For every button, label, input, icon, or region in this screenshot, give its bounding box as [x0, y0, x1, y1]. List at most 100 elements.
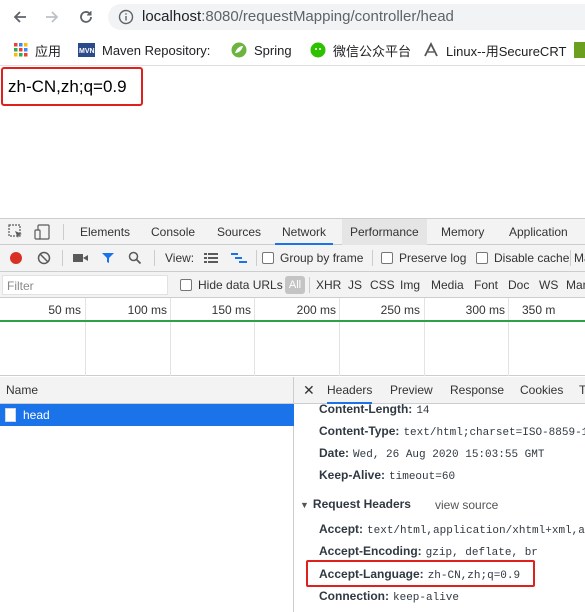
clear-button[interactable]	[37, 245, 51, 271]
tab-cookies[interactable]: Cookies	[520, 377, 563, 404]
tab-preview[interactable]: Preview	[390, 377, 433, 404]
devtools-tab-bar: Elements Console Sources Network Perform…	[0, 218, 585, 245]
header-value: gzip, deflate, br	[425, 547, 538, 559]
clear-icon	[37, 251, 51, 265]
secure-icon	[423, 42, 439, 58]
url-path: :8080/requestMapping/controller/head	[201, 8, 454, 25]
close-icon[interactable]: ✕	[303, 383, 315, 397]
response-body-text: zh-CN,zh;q=0.9	[8, 77, 127, 96]
disable-cache-checkbox[interactable]: Disable cache	[476, 245, 569, 271]
group-by-frame-label: Group by frame	[280, 251, 364, 265]
filter-type-css[interactable]: CSS	[370, 272, 395, 298]
filter-type-xhr[interactable]: XHR	[316, 272, 341, 298]
header-row: Content-Length: 14	[319, 404, 430, 417]
bookmark-linux[interactable]: Linux--用SecureCRT	[423, 41, 566, 59]
header-row: Connection: keep-alive	[319, 589, 459, 604]
waterfall-icon	[231, 253, 247, 263]
tab-sources[interactable]: Sources	[217, 219, 261, 245]
tab-network[interactable]: Network	[275, 219, 334, 245]
tab-application[interactable]: Application	[509, 219, 568, 245]
bookmark-spring[interactable]: Spring	[231, 41, 292, 59]
back-button[interactable]	[10, 7, 30, 27]
record-button[interactable]	[9, 245, 23, 271]
request-headers-title: Request Headers	[312, 497, 411, 511]
inspect-element-icon[interactable]	[8, 224, 24, 243]
device-toolbar-icon[interactable]	[34, 224, 50, 243]
detail-tab-bar: ✕ Headers Preview Response Cookies T	[294, 377, 585, 404]
request-list	[0, 426, 294, 612]
document-icon	[5, 408, 16, 422]
group-by-frame-checkbox[interactable]: Group by frame	[262, 245, 363, 271]
tab-memory[interactable]: Memory	[441, 219, 484, 245]
timeline-tick: 50 ms	[48, 303, 81, 317]
request-name: head	[23, 408, 50, 422]
filter-type-media[interactable]: Media	[431, 272, 464, 298]
request-headers-section[interactable]: ▼ Request Headers	[300, 497, 411, 511]
arrow-left-icon	[13, 11, 26, 23]
bookmark-overflow-icon[interactable]	[574, 42, 585, 58]
address-bar: localhost:8080/requestMapping/controller…	[0, 0, 585, 34]
timeline-tick: 300 ms	[465, 303, 505, 317]
reload-icon	[80, 11, 92, 23]
reload-button[interactable]	[76, 7, 96, 27]
header-value: text/html;charset=ISO-8859-1	[403, 427, 585, 439]
header-row: Accept: text/html,application/xhtml+xml,a	[319, 522, 585, 537]
request-row[interactable]: head	[0, 404, 294, 426]
search-icon	[128, 251, 142, 265]
tab-timing[interactable]: T	[579, 377, 585, 404]
tab-response[interactable]: Response	[450, 377, 504, 404]
bookmark-wechat[interactable]: 微信公众平台	[310, 41, 411, 59]
header-key: Content-Type:	[319, 424, 400, 438]
header-key: Accept:	[319, 522, 364, 536]
header-key: Date:	[319, 446, 350, 460]
bookmark-maven[interactable]: MVN Maven Repository: S	[78, 41, 214, 59]
tab-headers[interactable]: Headers	[327, 377, 373, 404]
bookmark-label: Maven Repository: S	[102, 42, 214, 58]
info-icon[interactable]	[118, 9, 134, 28]
preserve-log-checkbox[interactable]: Preserve log	[381, 245, 466, 271]
search-button[interactable]	[128, 245, 142, 271]
throttling-select[interactable]: Ma	[574, 245, 585, 271]
timeline-tick: 200 ms	[296, 303, 336, 317]
header-key: Content-Length:	[319, 404, 413, 416]
header-row: Accept-Encoding: gzip, deflate, br	[319, 544, 538, 559]
filter-toggle-button[interactable]	[101, 245, 115, 271]
headers-panel: Content-Length: 14 Content-Type: text/html…	[294, 404, 585, 612]
header-key: Connection:	[319, 589, 389, 603]
filter-type-doc[interactable]: Doc	[508, 272, 529, 298]
large-rows-button[interactable]	[204, 245, 218, 271]
hide-data-urls-checkbox[interactable]: Hide data URLs	[180, 272, 283, 298]
header-row: Keep-Alive: timeout=60	[319, 468, 455, 483]
header-row: Date: Wed, 26 Aug 2020 15:03:55 GMT	[319, 446, 544, 461]
url-field[interactable]: localhost:8080/requestMapping/controller…	[108, 4, 585, 30]
timeline-overview[interactable]: 50 ms 100 ms 150 ms 200 ms 250 ms 300 ms…	[0, 298, 585, 376]
tab-console[interactable]: Console	[151, 219, 195, 245]
funnel-icon	[102, 253, 114, 263]
highlight-box-accept-language	[306, 560, 535, 587]
triangle-down-icon: ▼	[300, 500, 309, 510]
filter-input[interactable]: Filter	[2, 275, 168, 295]
bookmark-apps[interactable]: 应用	[14, 41, 61, 59]
timeline-tick: 150 ms	[211, 303, 251, 317]
forward-button[interactable]	[42, 7, 62, 27]
record-icon	[10, 252, 22, 264]
tab-elements[interactable]: Elements	[80, 219, 130, 245]
filter-type-font[interactable]: Font	[474, 272, 498, 298]
screenshot-button[interactable]	[73, 245, 89, 271]
bookmark-label: Spring	[254, 42, 292, 58]
mvn-icon: MVN	[78, 43, 95, 57]
url-text: localhost:8080/requestMapping/controller…	[142, 8, 454, 25]
apps-grid-icon	[14, 43, 28, 57]
filter-type-manifest[interactable]: Man	[566, 272, 585, 298]
name-column-header[interactable]: Name	[0, 377, 294, 404]
waterfall-button[interactable]	[231, 245, 247, 271]
filter-type-all[interactable]: All	[285, 276, 305, 294]
view-source-link[interactable]: view source	[435, 498, 498, 512]
filter-type-img[interactable]: Img	[400, 272, 420, 298]
tab-performance[interactable]: Performance	[342, 219, 427, 245]
hide-data-urls-label: Hide data URLs	[198, 278, 283, 292]
list-rows-icon	[204, 253, 218, 263]
filter-type-ws[interactable]: WS	[539, 272, 558, 298]
filter-type-js[interactable]: JS	[348, 272, 362, 298]
video-camera-icon	[73, 254, 88, 262]
